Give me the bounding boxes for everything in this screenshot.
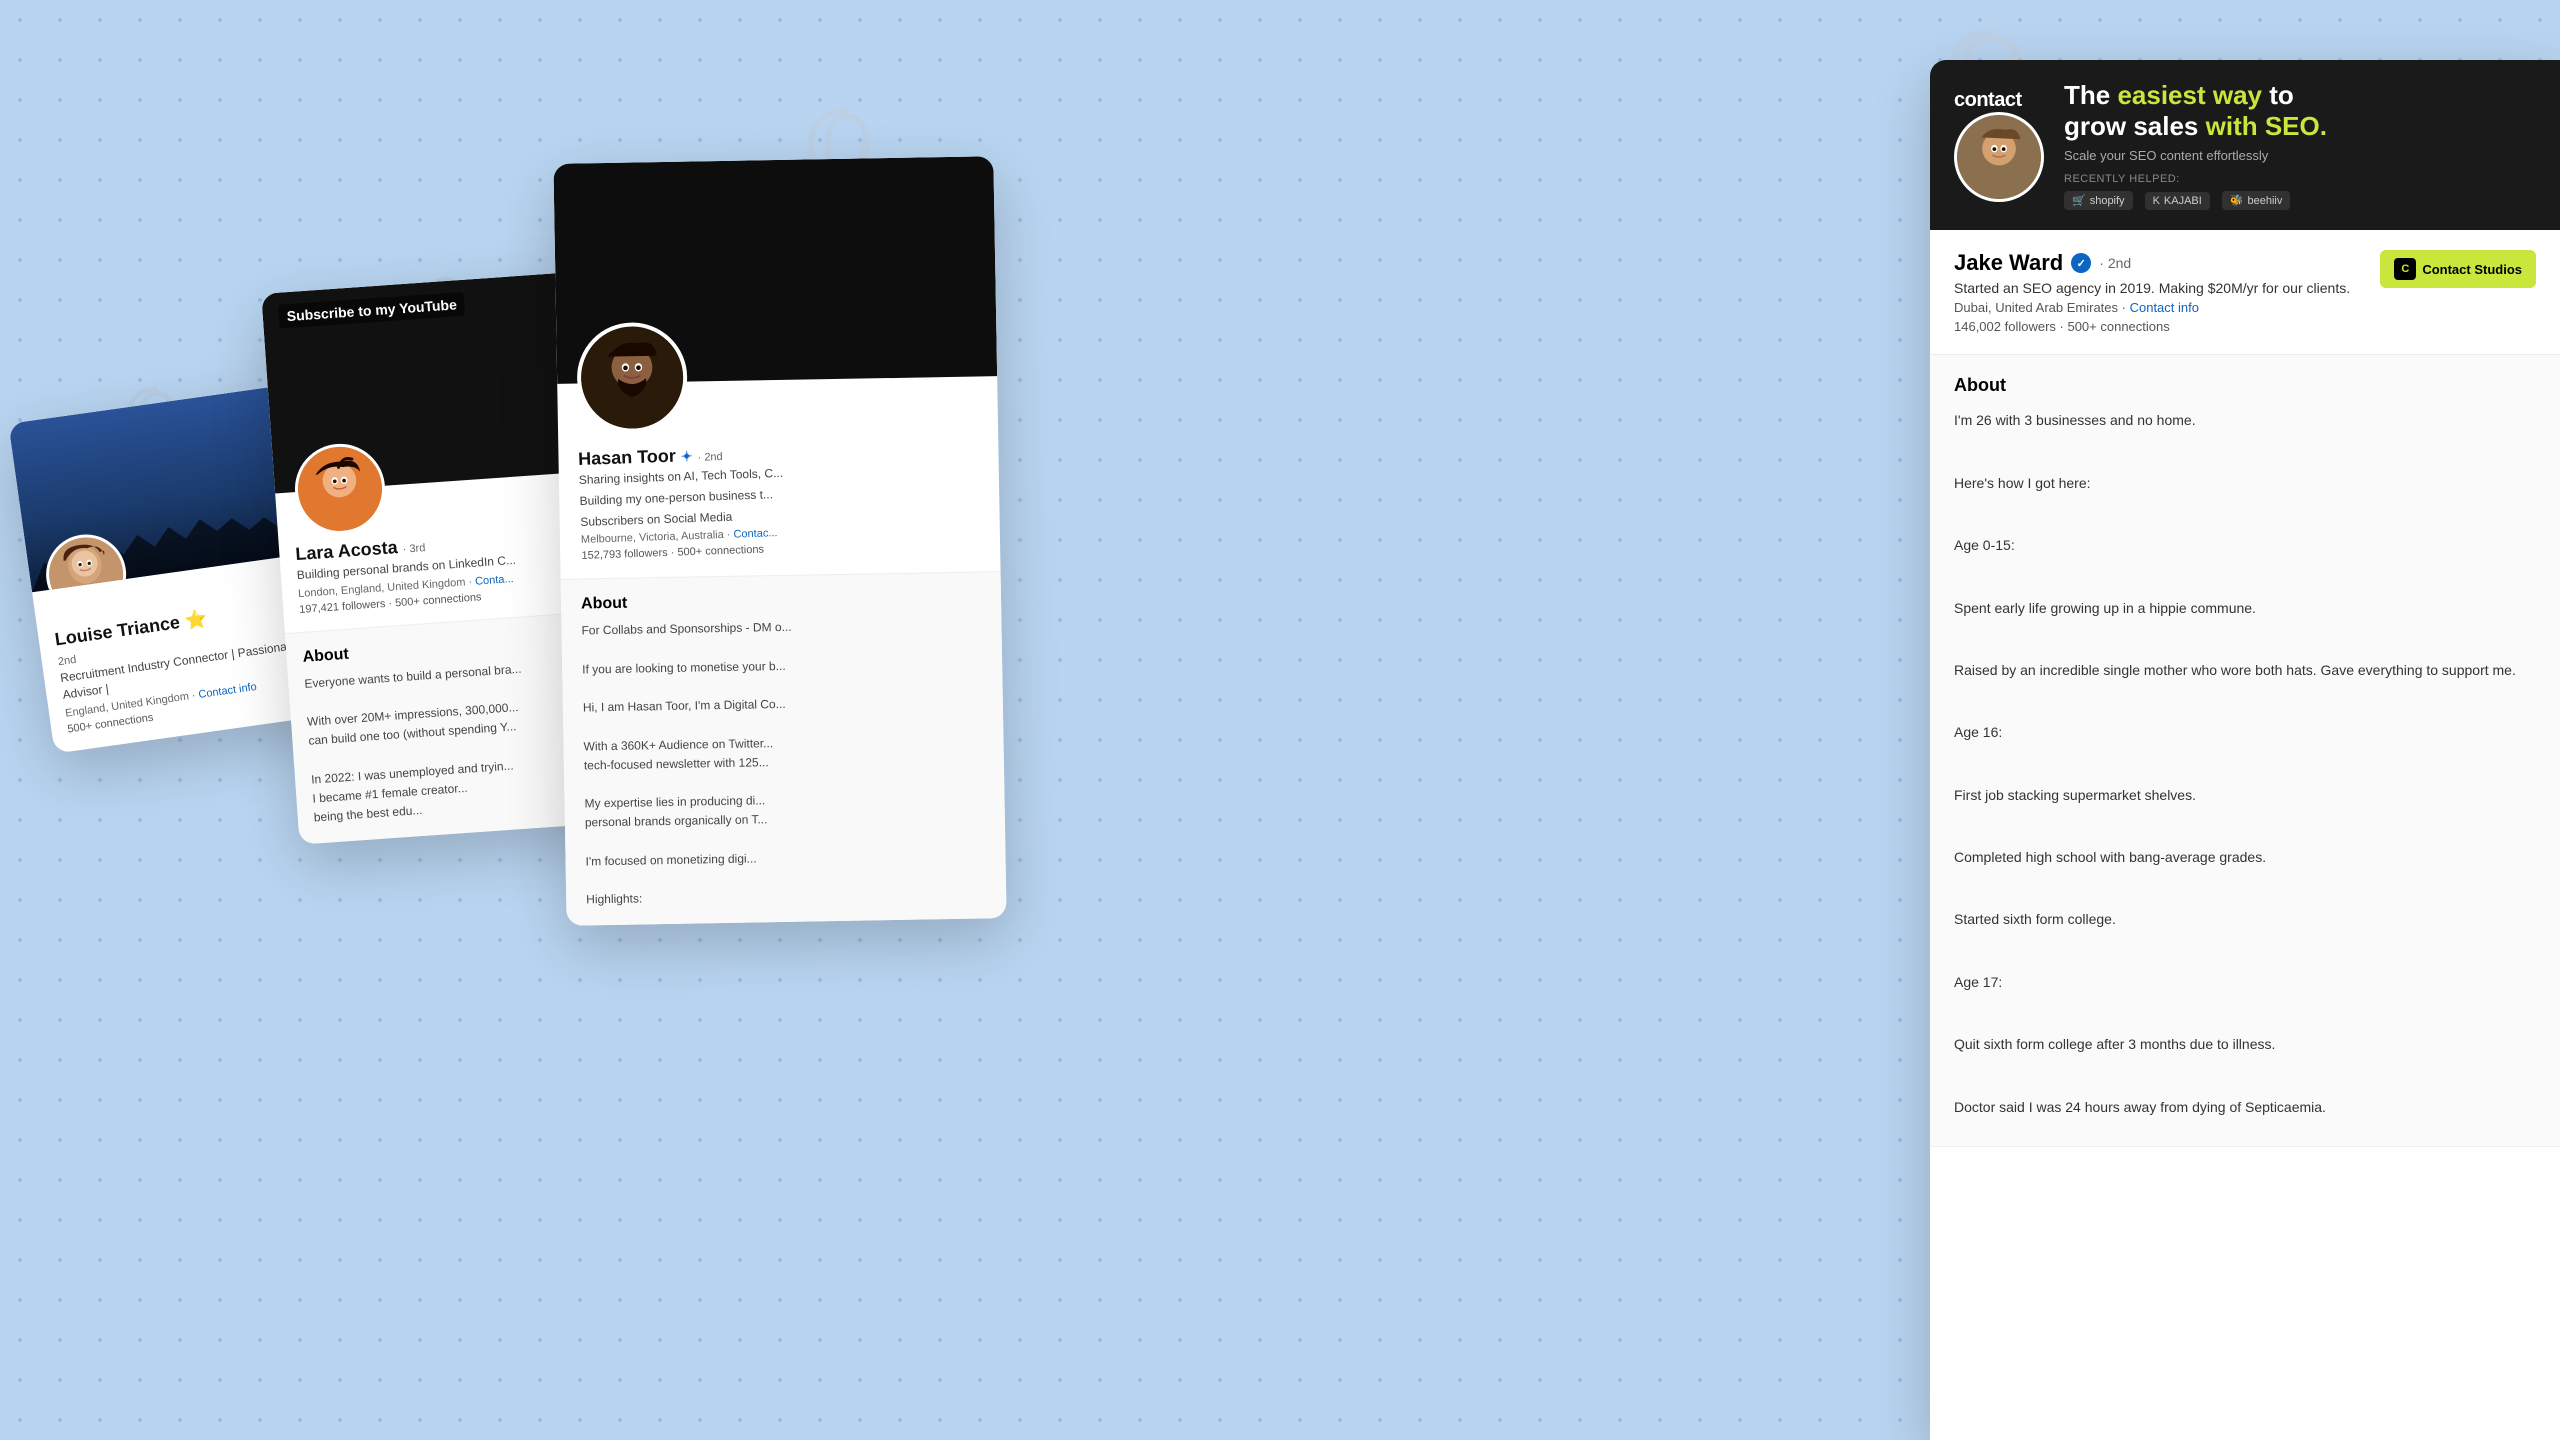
about-line-blank-4 <box>1954 627 2536 652</box>
jake-ad-logo-text: contact <box>1954 89 2044 202</box>
about-line-2: Age 0-15: <box>1954 533 2536 558</box>
jake-name: Jake Ward ✓ · 2nd <box>1954 250 2350 276</box>
brand-beehiiv: 🐝 beehiiv <box>2222 191 2291 210</box>
brand-shopify: 🛒 shopify <box>2064 191 2133 210</box>
hasan-contact-link[interactable]: Contac... <box>733 527 777 541</box>
card-jake[interactable]: contact The easiest way togrow sa <box>1930 60 2560 1440</box>
about-line-blank-2 <box>1954 502 2536 527</box>
about-line-8: Started sixth form college. <box>1954 907 2536 932</box>
jake-ad-title: The easiest way togrow sales with SEO. <box>2064 80 2536 142</box>
card-hasan: Hasan Toor ✦ · 2nd Sharing insights on A… <box>553 156 1006 926</box>
about-line-blank-7 <box>1954 814 2536 839</box>
lara-contact-link[interactable]: Conta... <box>475 573 514 588</box>
louise-badge: 2nd <box>57 654 77 668</box>
jake-about-title: About <box>1954 375 2536 396</box>
about-line-9: Age 17: <box>1954 970 2536 995</box>
jake-profile-section: Jake Ward ✓ · 2nd Started an SEO agency … <box>1930 230 2560 355</box>
about-line-11: Doctor said I was 24 hours away from dyi… <box>1954 1095 2536 1120</box>
hasan-about-section: About For Collabs and Sponsorships - DM … <box>561 572 1007 926</box>
about-line-1: Here's how I got here: <box>1954 471 2536 496</box>
jake-ad-logos: 🛒 shopify K KAJABI 🐝 beehiiv <box>2064 191 2536 210</box>
jake-ad-text: The easiest way togrow sales with SEO. S… <box>2064 80 2536 210</box>
jake-profile-right: C Contact Studios <box>2380 250 2536 288</box>
about-line-blank-9 <box>1954 939 2536 964</box>
jake-ad-avatar <box>1954 112 2044 202</box>
jake-headline: Started an SEO agency in 2019. Making $2… <box>1954 280 2350 296</box>
jake-about-section: About I'm 26 with 3 businesses and no ho… <box>1930 355 2560 1146</box>
about-line-blank-8 <box>1954 876 2536 901</box>
about-line-blank-10 <box>1954 1001 2536 1026</box>
about-line-10: Quit sixth form college after 3 months d… <box>1954 1032 2536 1057</box>
contact-studios-button[interactable]: C Contact Studios <box>2380 250 2536 288</box>
jake-verified-icon: ✓ <box>2071 253 2091 273</box>
jake-location: Dubai, United Arab Emirates · Contact in… <box>1954 300 2350 315</box>
about-line-blank-6 <box>1954 751 2536 776</box>
brand-kajabi: K KAJABI <box>2145 192 2210 210</box>
jake-followers: 146,002 followers · 500+ connections <box>1954 319 2350 334</box>
about-line-3: Spent early life growing up in a hippie … <box>1954 596 2536 621</box>
hasan-badge: · 2nd <box>697 451 722 464</box>
lara-banner-text: Subscribe to my YouTube <box>278 292 466 329</box>
about-line-4: Raised by an incredible single mother wh… <box>1954 658 2536 683</box>
about-line-5: Age 16: <box>1954 720 2536 745</box>
about-line-0: I'm 26 with 3 businesses and no home. <box>1954 408 2536 433</box>
about-line-blank-3 <box>1954 564 2536 589</box>
jake-profile-left: Jake Ward ✓ · 2nd Started an SEO agency … <box>1954 250 2350 338</box>
jake-ad-helped-label: RECENTLY HELPED: <box>2064 173 2536 185</box>
contact-studios-logo: C <box>2394 258 2416 280</box>
jake-badge: · 2nd <box>2099 255 2131 271</box>
hasan-about-text: For Collabs and Sponsorships - DM o... I… <box>581 615 986 910</box>
jake-contact-link[interactable]: Contact info <box>2130 300 2199 315</box>
lara-badge: · 3rd <box>402 542 425 556</box>
about-line-7: Completed high school with bang-average … <box>1954 845 2536 870</box>
jake-ad-subtitle: Scale your SEO content effortlessly <box>2064 148 2536 163</box>
about-line-blank-1 <box>1954 440 2536 465</box>
hasan-about-title: About <box>581 589 981 614</box>
jake-ad-banner: contact The easiest way togrow sa <box>1930 60 2560 230</box>
about-line-blank-5 <box>1954 689 2536 714</box>
about-line-6: First job stacking supermarket shelves. <box>1954 783 2536 808</box>
jake-about-text: I'm 26 with 3 businesses and no home. He… <box>1954 408 2536 1119</box>
ad-logo: contact <box>1954 89 2022 112</box>
about-line-blank-11 <box>1954 1063 2536 1088</box>
